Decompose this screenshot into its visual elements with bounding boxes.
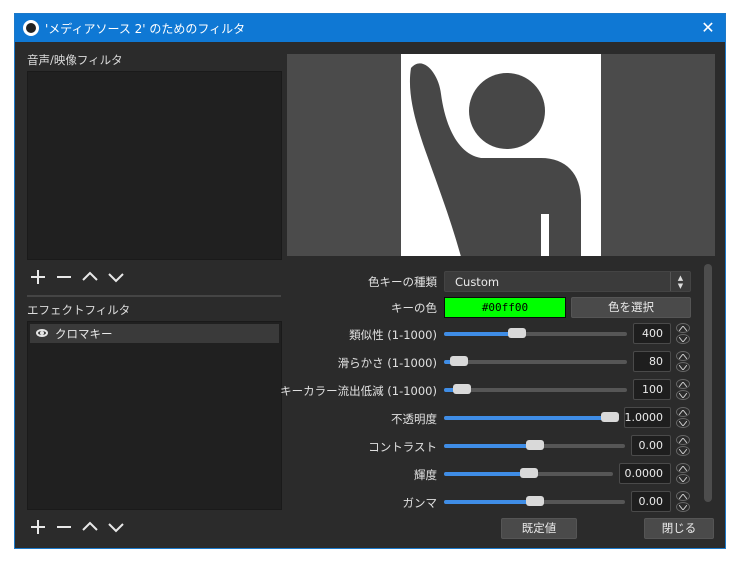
plus-icon bbox=[31, 270, 45, 284]
eye-icon[interactable] bbox=[36, 329, 48, 337]
slider-handle[interactable] bbox=[525, 496, 544, 506]
contrast-spinbox[interactable]: 0.00 bbox=[631, 435, 671, 456]
audio-video-filters-toolbar bbox=[29, 268, 125, 286]
smoothness-label: 滑らかさ (1-1000) bbox=[337, 356, 437, 370]
brightness-spinbox[interactable]: 0.0000 bbox=[619, 463, 671, 484]
brightness-stepper[interactable] bbox=[676, 463, 690, 485]
list-item[interactable]: クロマキー bbox=[30, 324, 279, 343]
plus-icon bbox=[31, 520, 45, 534]
contrast-slider[interactable] bbox=[444, 440, 625, 450]
chevron-up-icon bbox=[82, 271, 98, 281]
effect-filters-label: エフェクトフィルタ bbox=[27, 303, 131, 317]
defaults-button[interactable]: 既定値 bbox=[501, 518, 577, 539]
spill-reduction-value: 100 bbox=[642, 383, 663, 396]
similarity-spinbox[interactable]: 400 bbox=[633, 323, 671, 344]
slider-handle[interactable] bbox=[519, 468, 538, 478]
chevron-up-icon bbox=[82, 521, 98, 531]
contrast-label: コントラスト bbox=[368, 440, 437, 454]
close-window-button[interactable]: ✕ bbox=[691, 14, 725, 42]
opacity-spinbox[interactable]: 1.0000 bbox=[624, 407, 671, 428]
key-color-swatch[interactable]: #00ff00 bbox=[444, 297, 566, 318]
add-filter-button[interactable] bbox=[29, 268, 47, 286]
audio-video-filters-label: 音声/映像フィルタ bbox=[27, 53, 123, 67]
minus-icon bbox=[57, 276, 71, 278]
gamma-spinbox[interactable]: 0.00 bbox=[631, 491, 671, 512]
opacity-slider[interactable] bbox=[444, 412, 619, 422]
move-filter-up-button[interactable] bbox=[81, 268, 99, 286]
similarity-label: 類似性 (1-1000) bbox=[349, 328, 437, 342]
updown-arrows-icon: ▲ ▼ bbox=[670, 272, 690, 291]
smoothness-slider[interactable] bbox=[444, 356, 627, 366]
contrast-value: 0.00 bbox=[638, 439, 664, 452]
slider-handle[interactable] bbox=[449, 356, 468, 366]
audio-video-filters-list[interactable] bbox=[27, 71, 282, 260]
key-color-type-select[interactable]: Custom ▲ ▼ bbox=[444, 271, 691, 292]
person-raising-hand-icon bbox=[409, 63, 581, 256]
opacity-value: 1.0000 bbox=[624, 411, 664, 424]
spill-reduction-spinbox[interactable]: 100 bbox=[633, 379, 671, 400]
move-effect-up-button[interactable] bbox=[81, 518, 99, 536]
chevron-down-icon bbox=[108, 273, 124, 283]
opacity-label: 不透明度 bbox=[391, 412, 437, 426]
opacity-stepper[interactable] bbox=[676, 407, 690, 429]
similarity-slider[interactable] bbox=[444, 328, 627, 338]
select-color-button[interactable]: 色を選択 bbox=[571, 297, 691, 318]
brightness-label: 輝度 bbox=[414, 468, 437, 482]
properties-scrollbar[interactable] bbox=[703, 264, 713, 502]
slider-handle[interactable] bbox=[453, 384, 472, 394]
window-title: 'メディアソース 2' のためのフィルタ bbox=[45, 22, 246, 36]
similarity-stepper[interactable] bbox=[676, 323, 690, 345]
effect-filters-toolbar bbox=[29, 518, 125, 536]
preview-image bbox=[401, 54, 601, 256]
close-button[interactable]: 閉じる bbox=[644, 518, 714, 539]
smoothness-value: 80 bbox=[649, 355, 663, 368]
preview-area bbox=[287, 54, 715, 256]
minus-icon bbox=[57, 526, 71, 528]
gamma-value: 0.00 bbox=[638, 495, 664, 508]
add-effect-button[interactable] bbox=[29, 518, 47, 536]
gamma-label: ガンマ bbox=[402, 496, 438, 510]
similarity-value: 400 bbox=[642, 327, 663, 340]
gamma-slider[interactable] bbox=[444, 496, 625, 506]
slider-handle[interactable] bbox=[508, 328, 527, 338]
slider-handle[interactable] bbox=[601, 412, 619, 422]
slider-handle[interactable] bbox=[525, 440, 544, 450]
contrast-stepper[interactable] bbox=[676, 435, 690, 457]
key-color-label: キーの色 bbox=[391, 301, 437, 315]
spill-reduction-label: キーカラー流出低減 (1-1000) bbox=[280, 384, 437, 398]
scrollbar-thumb[interactable] bbox=[704, 264, 712, 502]
remove-filter-button[interactable] bbox=[55, 268, 73, 286]
spill-reduction-slider[interactable] bbox=[444, 384, 627, 394]
chevron-down-icon bbox=[108, 523, 124, 533]
key-color-type-value: Custom bbox=[455, 275, 500, 289]
filter-name: クロマキー bbox=[55, 327, 113, 341]
obs-logo-icon bbox=[23, 20, 39, 36]
title-bar: 'メディアソース 2' のためのフィルタ ✕ bbox=[15, 14, 725, 42]
spill-reduction-stepper[interactable] bbox=[676, 379, 690, 401]
move-filter-down-button[interactable] bbox=[107, 268, 125, 286]
effect-filters-list[interactable]: クロマキー bbox=[27, 321, 282, 510]
filters-dialog: 'メディアソース 2' のためのフィルタ ✕ 音声/映像フィルタ エフェクトフィ… bbox=[14, 13, 726, 549]
move-effect-down-button[interactable] bbox=[107, 518, 125, 536]
smoothness-stepper[interactable] bbox=[676, 351, 690, 373]
gamma-stepper[interactable] bbox=[676, 491, 690, 513]
brightness-slider[interactable] bbox=[444, 468, 613, 478]
remove-effect-button[interactable] bbox=[55, 518, 73, 536]
brightness-value: 0.0000 bbox=[624, 467, 664, 480]
key-color-type-label: 色キーの種類 bbox=[368, 275, 437, 289]
divider bbox=[27, 295, 281, 297]
smoothness-spinbox[interactable]: 80 bbox=[633, 351, 671, 372]
